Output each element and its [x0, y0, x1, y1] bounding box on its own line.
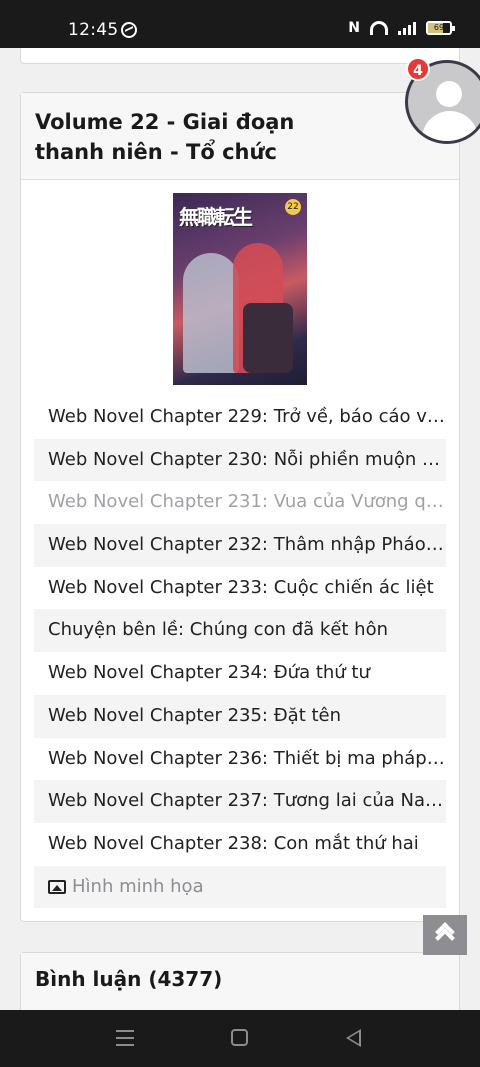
chapter-link[interactable]: Chuyện bên lề: Chúng con đã kết hôn — [34, 609, 446, 653]
system-navigation-bar — [0, 1010, 480, 1067]
chapter-link-read[interactable]: Web Novel Chapter 231: Vua của Vương quố… — [34, 481, 446, 524]
status-time: 12:45 — [68, 20, 119, 40]
chapter-link[interactable]: Web Novel Chapter 233: Cuộc chiến ác liệ… — [34, 567, 446, 610]
comments-header: Bình luận (4377) — [21, 953, 459, 1010]
status-bar: 12:45 N 69 — [0, 0, 480, 48]
notification-badge[interactable]: 4 — [406, 57, 430, 81]
wifi-icon — [370, 21, 388, 35]
chapter-link[interactable]: Web Novel Chapter 235: Đặt tên — [34, 694, 446, 738]
status-icons: N 69 — [348, 20, 455, 36]
cover-title: 無職転生 — [179, 205, 253, 229]
illustration-link[interactable]: Hình minh họa — [34, 865, 446, 909]
volume-card: Volume 22 - Giai đoạn thanh niên - Tổ ch… — [20, 92, 460, 922]
chapter-link[interactable]: Web Novel Chapter 230: Nỗi phiền muộn củ… — [34, 438, 446, 482]
back-icon[interactable] — [346, 1029, 361, 1047]
volume-cover-image[interactable]: 無職転生 22 — [173, 193, 307, 385]
page-content[interactable]: Volume 22 - Giai đoạn thanh niên - Tổ ch… — [0, 48, 480, 1010]
home-icon[interactable] — [231, 1029, 248, 1046]
nfc-icon: N — [348, 20, 360, 36]
comments-title: Bình luận (4377) — [35, 967, 223, 991]
chapter-link[interactable]: Web Novel Chapter 232: Thâm nhập Pháo đà… — [34, 524, 446, 567]
cover-number: 22 — [285, 199, 301, 215]
previous-card — [20, 48, 460, 64]
volume-header: Volume 22 - Giai đoạn thanh niên - Tổ ch… — [21, 93, 459, 180]
battery-icon: 69 — [426, 21, 455, 35]
chapter-link[interactable]: Web Novel Chapter 237: Tương lai của Nan… — [34, 780, 446, 823]
messenger-icon — [121, 22, 137, 38]
comments-card: Bình luận (4377) — [20, 952, 460, 1010]
volume-title: Volume 22 - Giai đoạn thanh niên - Tổ ch… — [35, 110, 295, 164]
image-icon — [48, 879, 66, 894]
recent-apps-icon[interactable] — [116, 1030, 134, 1046]
scroll-to-top-button[interactable] — [423, 915, 467, 955]
chapter-list: Web Novel Chapter 229: Trở về, báo cáo v… — [21, 396, 459, 909]
chapter-link[interactable]: Web Novel Chapter 229: Trở về, báo cáo v… — [34, 396, 446, 439]
illustration-label: Hình minh họa — [72, 875, 204, 897]
avatar-icon — [436, 81, 462, 107]
chapter-link[interactable]: Web Novel Chapter 238: Con mắt thứ hai — [34, 823, 446, 866]
chapter-link[interactable]: Web Novel Chapter 234: Đứa thứ tư — [34, 652, 446, 695]
signal-icon — [398, 21, 416, 35]
chapter-link[interactable]: Web Novel Chapter 236: Thiết bị ma pháp … — [34, 738, 446, 781]
